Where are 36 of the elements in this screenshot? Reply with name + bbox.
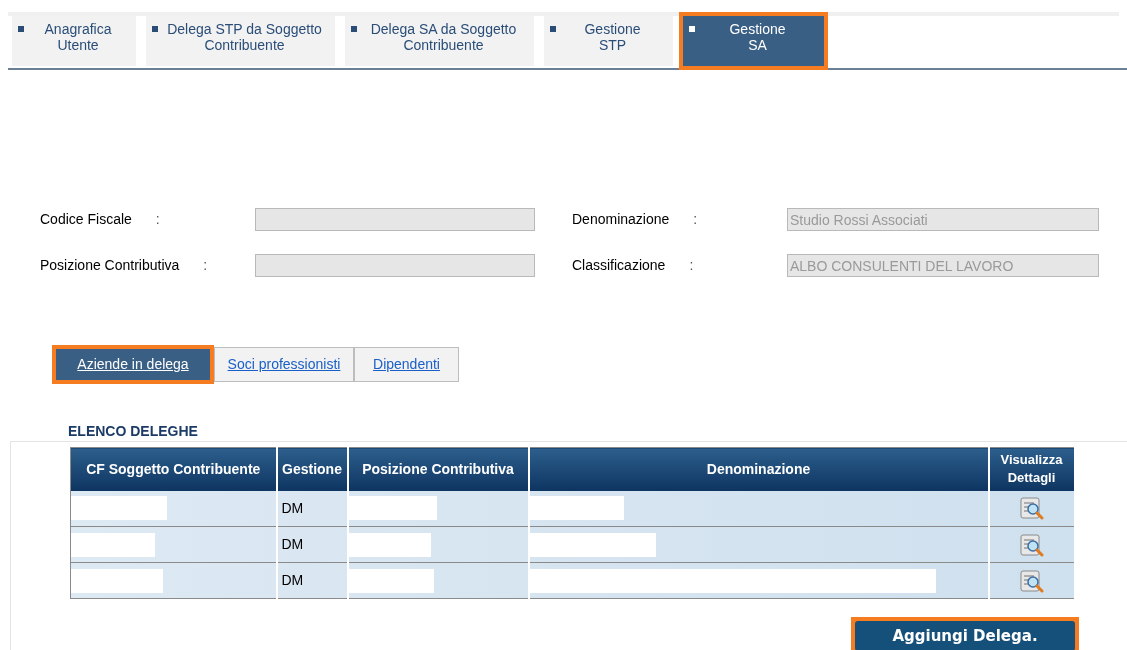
input-field[interactable] bbox=[255, 208, 535, 231]
bullet-icon bbox=[18, 26, 24, 32]
field-label: Posizione Contributiva bbox=[40, 256, 180, 275]
section-title: ELENCO DELEGHE bbox=[68, 421, 198, 441]
table-cell-text: DM bbox=[280, 499, 304, 516]
colon-separator: : bbox=[689, 256, 694, 275]
field-label: Classificazione bbox=[572, 256, 666, 275]
nav-tab[interactable]: Anagrafica Utente bbox=[12, 16, 136, 66]
nav-tab[interactable]: Gestione STP bbox=[544, 16, 673, 66]
section-tab[interactable]: Soci professionisti bbox=[214, 347, 354, 382]
colon-separator: : bbox=[693, 210, 698, 229]
table-cell-text: DM bbox=[280, 572, 304, 588]
field-label: Codice Fiscale bbox=[40, 210, 132, 229]
bullet-icon bbox=[351, 26, 357, 32]
magnifier-icon[interactable] bbox=[1018, 532, 1045, 557]
section-tab[interactable]: Aziende in delega bbox=[56, 349, 210, 380]
bullet-icon bbox=[550, 26, 556, 32]
section-tab[interactable]: Dipendenti bbox=[354, 347, 459, 382]
input-field[interactable] bbox=[255, 254, 535, 277]
bullet-icon bbox=[689, 26, 695, 32]
field-label: Denominazione bbox=[572, 210, 670, 229]
column-header: Gestione bbox=[276, 447, 348, 491]
colon-separator: : bbox=[203, 256, 208, 275]
column-header: Visualizza Dettagli bbox=[988, 447, 1075, 491]
add-delegation-button[interactable]: Aggiungi Delega. bbox=[855, 621, 1075, 650]
magnifier-icon[interactable] bbox=[1018, 568, 1045, 593]
column-header: CF Soggetto Contribuente bbox=[70, 447, 277, 491]
colon-separator: : bbox=[155, 210, 160, 229]
magnifier-icon[interactable] bbox=[1018, 496, 1045, 521]
column-header: Denominazione bbox=[528, 447, 989, 491]
column-header: Posizione Contributiva bbox=[347, 447, 529, 491]
nav-tab[interactable]: Delega STP da Soggetto Contribuente bbox=[146, 16, 335, 66]
nav-tab[interactable]: Gestione SA bbox=[683, 16, 824, 66]
nav-tab[interactable]: Delega SA da Soggetto Contribuente bbox=[345, 16, 534, 66]
table-cell-text: DM bbox=[280, 536, 304, 552]
bullet-icon bbox=[152, 26, 158, 32]
